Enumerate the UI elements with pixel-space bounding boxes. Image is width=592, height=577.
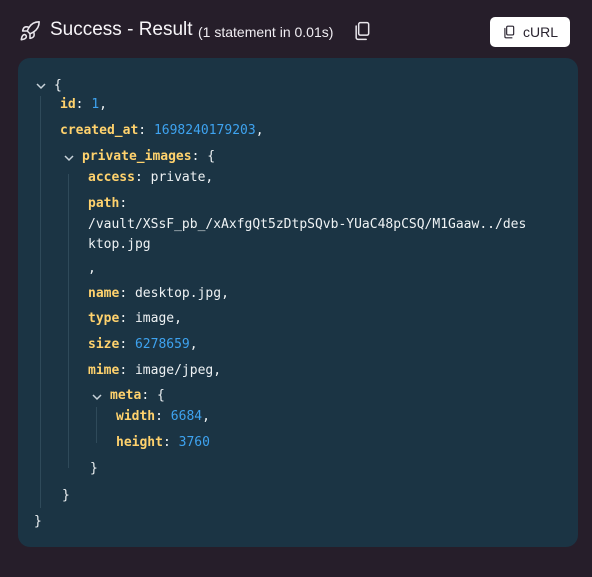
json-number: 6278659 bbox=[134, 337, 190, 352]
json-number: 1 bbox=[91, 97, 100, 112]
json-field-private-images: private_images: { bbox=[82, 149, 216, 164]
json-field-width: width: 6684, bbox=[116, 409, 210, 424]
json-number: 1698240179203 bbox=[153, 123, 256, 138]
json-key: id bbox=[60, 97, 76, 112]
json-field-height: height: 3760 bbox=[116, 435, 210, 450]
collapse-root-chevron-icon[interactable] bbox=[35, 80, 47, 92]
indent-guide bbox=[40, 96, 41, 508]
json-field-created-at: created_at: 1698240179203, bbox=[60, 123, 264, 138]
result-title: Success - Result bbox=[50, 19, 193, 40]
json-string: private bbox=[150, 170, 206, 185]
json-field-id: id: 1, bbox=[60, 97, 107, 112]
json-key: size bbox=[88, 337, 120, 352]
json-result-panel: { id: 1, created_at: 1698240179203, priv… bbox=[18, 58, 578, 547]
json-key: type bbox=[88, 311, 120, 326]
result-header: Success - Result (1 statement in 0.01s) … bbox=[0, 0, 592, 60]
json-string: image/jpeg bbox=[134, 363, 214, 378]
collapse-meta-chevron-icon[interactable] bbox=[91, 391, 103, 403]
json-key: path bbox=[88, 196, 120, 211]
json-string: image bbox=[134, 311, 175, 326]
rocket-icon bbox=[20, 21, 40, 41]
json-field-access: access: private, bbox=[88, 170, 214, 185]
json-string: /vault/XSsF_pb_/xAxfgQt5zDtpSQvb-YUaC48p… bbox=[88, 217, 527, 232]
json-key: meta bbox=[110, 388, 142, 403]
indent-guide bbox=[96, 407, 97, 443]
curl-button-label: cURL bbox=[522, 24, 558, 40]
collapse-private-images-chevron-icon[interactable] bbox=[63, 152, 75, 164]
json-key: name bbox=[88, 286, 120, 301]
json-field-name: name: desktop.jpg, bbox=[88, 286, 229, 301]
copy-icon bbox=[504, 25, 515, 39]
json-string: ktop.jpg bbox=[88, 237, 151, 252]
copy-icon[interactable] bbox=[352, 21, 372, 41]
json-root-open: { bbox=[54, 78, 62, 93]
json-root-close: } bbox=[34, 514, 42, 529]
json-comma: , bbox=[88, 261, 96, 276]
json-key: height bbox=[116, 435, 163, 450]
json-string: desktop.jpg bbox=[134, 286, 222, 301]
json-field-mime: mime: image/jpeg, bbox=[88, 363, 222, 378]
curl-button[interactable]: cURL bbox=[490, 17, 570, 47]
indent-guide bbox=[68, 174, 69, 468]
json-field-meta: meta: { bbox=[110, 388, 165, 403]
json-number: 3760 bbox=[178, 435, 210, 450]
statement-summary: (1 statement in 0.01s) bbox=[198, 24, 334, 40]
json-meta-close: } bbox=[90, 461, 98, 476]
json-private-images-close: } bbox=[62, 488, 70, 503]
json-key: mime bbox=[88, 363, 120, 378]
json-key: private_images bbox=[82, 149, 192, 164]
json-number: 6684 bbox=[170, 409, 203, 424]
json-field-size: size: 6278659, bbox=[88, 337, 198, 352]
json-key: access bbox=[88, 170, 135, 185]
json-field-type: type: image, bbox=[88, 311, 182, 326]
json-key: width bbox=[116, 409, 156, 424]
json-key: created_at bbox=[60, 123, 139, 138]
json-field-path: path: bbox=[88, 196, 128, 211]
